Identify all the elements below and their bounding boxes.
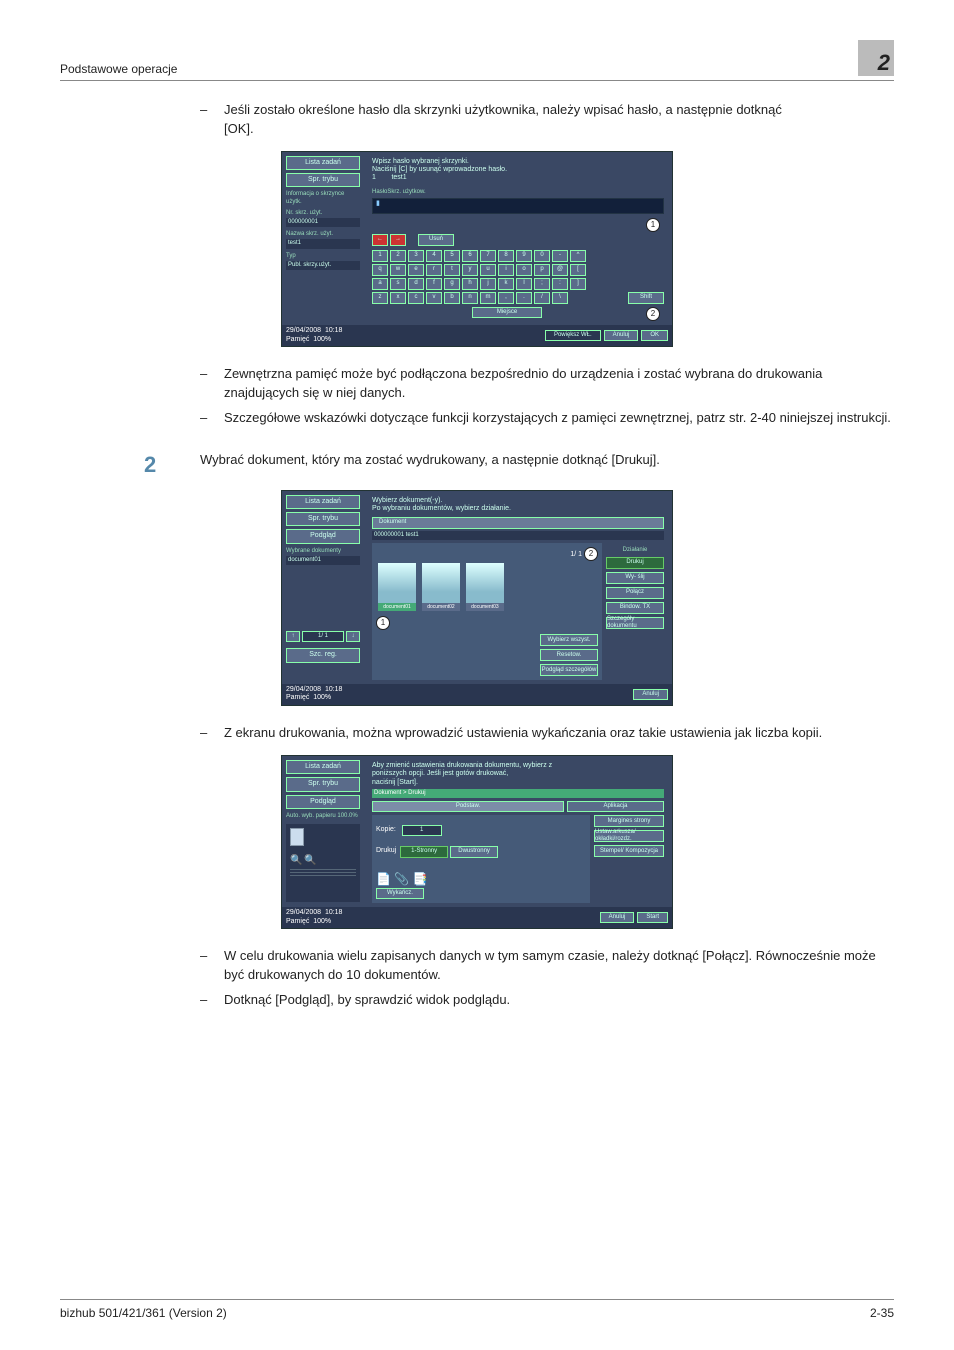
zoom-in-icon[interactable]: 🔍 [290,855,302,866]
start-button[interactable]: Start [637,912,668,923]
list-item: –Dotknąć [Podgląd], by sprawdzić widok p… [200,991,894,1010]
chapter-badge: 2 [858,40,894,76]
tab-lista-zadan[interactable]: Lista zadań [286,760,360,774]
screenshot-select-doc: Lista zadań Spr. trybu Podgląd Wybrane d… [281,490,673,706]
keyboard-row: zxcvbnm,./\ Shift [372,292,664,304]
doc-details-button[interactable]: Szczegóły dokumentu [606,617,664,629]
shift-button[interactable]: Shift [628,292,664,304]
doc-thumb[interactable]: document01 [378,563,416,611]
margin-button[interactable]: Margines strony [594,815,664,827]
stamp-button[interactable]: Stempel/ Kompozycja [594,845,664,857]
callout-1: 1 [646,218,660,232]
ok-button[interactable]: OK [641,330,668,341]
doc-thumb[interactable]: document02 [422,563,460,611]
tab-spr-trybu[interactable]: Spr. trybu [286,173,360,187]
cancel-button[interactable]: Anuluj [633,689,668,700]
page-footer: bizhub 501/421/361 (Version 2) 2-35 [60,1299,894,1320]
finish-icons: 📄 📎 📑 [376,872,428,886]
footer-right: 2-35 [870,1306,894,1320]
tab-podstaw[interactable]: Podstaw. [372,801,564,812]
zoom-button[interactable]: Powiększ WŁ. [545,330,601,341]
select-all-button[interactable]: Wybierz wszyst. [540,634,598,646]
szc-reg-button[interactable]: Szc. reg. [286,648,360,662]
tab-spr-trybu[interactable]: Spr. trybu [286,512,360,526]
callout-2: 2 [646,307,660,321]
page-header: Podstawowe operacje 2 [60,40,894,81]
keyboard-row: 1234567890-^ [372,250,664,262]
delete-button[interactable]: Usuń [418,234,454,246]
footer-left: bizhub 501/421/361 (Version 2) [60,1306,227,1320]
tab-dokument[interactable]: Dokument [372,517,664,528]
duplex-button[interactable]: Dwustronny [450,846,498,857]
tab-lista-zadan[interactable]: Lista zadań [286,495,360,509]
list-item: –Z ekranu drukowania, można wprowadzić u… [200,724,894,743]
print-button[interactable]: Drukuj [606,557,664,569]
callout-2: 2 [584,547,598,561]
list-item: – Jeśli zostało określone hasło dla skrz… [200,101,894,139]
cancel-button[interactable]: Anuluj [600,912,635,923]
list-item: –Zewnętrzna pamięć może być podłączona b… [200,365,894,403]
preview-details-button[interactable]: Podgląd szczegółów [540,664,598,676]
tab-podglad[interactable]: Podgląd [286,795,360,809]
finishing-button[interactable]: Wykańcz. [376,888,424,899]
keyboard-row: qwertyuiop@[ [372,264,664,276]
arrow-right-icon[interactable]: → [390,234,406,246]
screenshot-print-settings: Lista zadań Spr. trybu Podgląd Auto. wyb… [281,755,673,929]
step-2: 2 Wybrać dokument, który ma zostać wydru… [60,452,894,478]
sheet-cover-button[interactable]: Ustaw.arkusza/ okładki/rozdz. [594,830,664,842]
zoom-out-icon[interactable]: 🔍 [304,855,316,866]
keyboard-row: asdfghjkl;:] [372,278,664,290]
send-button[interactable]: Wy- ślij [606,572,664,584]
page-up-icon[interactable]: ↑ [286,631,300,642]
copies-value[interactable]: 1 [402,825,442,836]
tab-lista-zadan[interactable]: Lista zadań [286,156,360,170]
intro-list: – Jeśli zostało określone hasło dla skrz… [200,101,894,139]
space-button[interactable]: Miejsce [472,307,542,318]
tab-spr-trybu[interactable]: Spr. trybu [286,777,360,791]
reset-button[interactable]: Resetow. [540,649,598,661]
password-input[interactable]: ▮ [372,198,664,214]
header-left: Podstawowe operacje [60,62,177,76]
list-item: –W celu drukowania wielu zapisanych dany… [200,947,894,985]
arrow-left-icon[interactable]: ← [372,234,388,246]
cancel-button[interactable]: Anuluj [604,330,639,341]
simplex-button[interactable]: 1-Stronny [400,846,448,857]
page-icon [290,828,304,846]
page-down-icon[interactable]: ↓ [346,631,360,642]
list-item: –Szczegółowe wskazówki dotyczące funkcji… [200,409,894,428]
screenshot-password: Lista zadań Spr. trybu Informacja o skrz… [281,151,673,347]
doc-thumb[interactable]: document03 [466,563,504,611]
tab-podglad[interactable]: Podgląd [286,529,360,543]
label: Informacja o skrzynce użytk. [286,191,360,205]
tab-aplikacja[interactable]: Aplikacja [567,801,664,812]
bind-tx-button[interactable]: Bindow. TX [606,602,664,614]
combine-button[interactable]: Połącz [606,587,664,599]
callout-1: 1 [376,616,390,630]
